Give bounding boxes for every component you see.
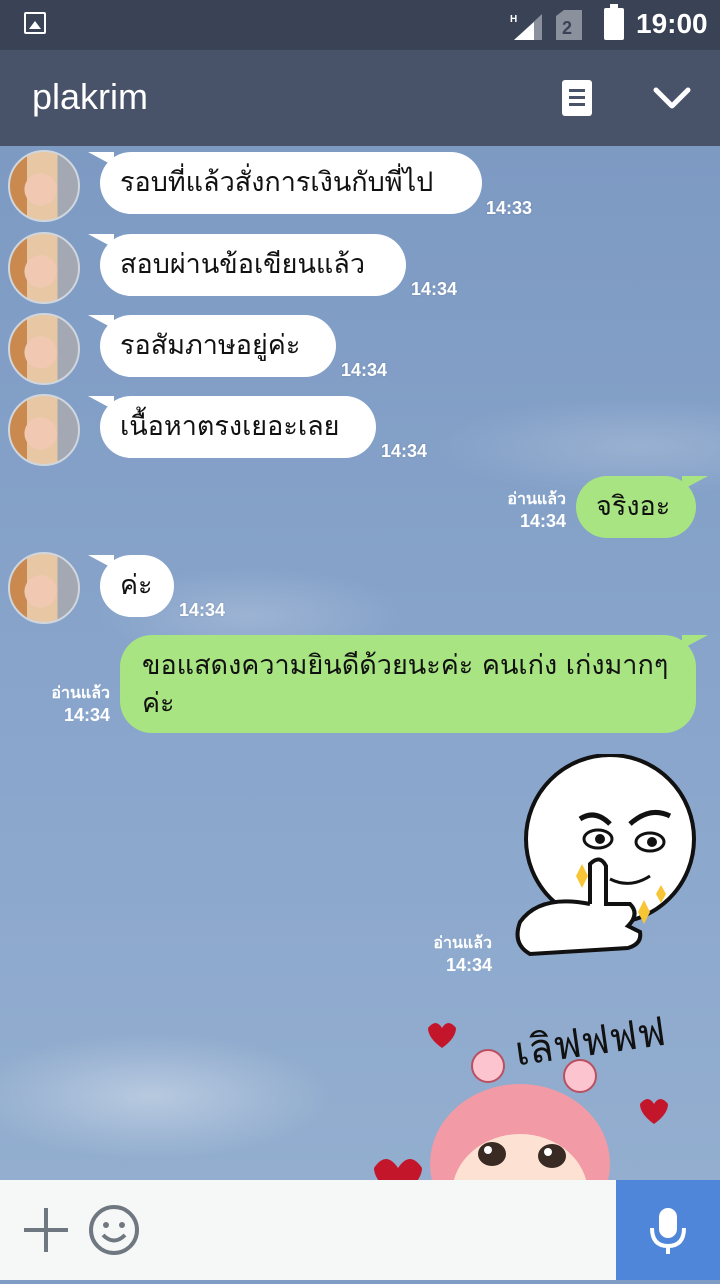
message-time: 14:34: [411, 279, 458, 299]
read-receipt: อ่านแล้ว: [51, 683, 110, 702]
avatar[interactable]: [8, 232, 80, 304]
message-text: รอสัมภาษอยู่ค่ะ: [120, 330, 301, 361]
incoming-message[interactable]: เนื้อหาตรงเยอะเลย: [88, 396, 376, 458]
input-bar: [0, 1180, 720, 1280]
voice-button[interactable]: [616, 1180, 720, 1280]
incoming-message[interactable]: รอบที่แล้วสั่งการเงินกับพี่ไป: [88, 152, 482, 214]
message-time: 14:34: [519, 511, 566, 531]
avatar[interactable]: [8, 313, 80, 385]
message-time: 14:33: [486, 198, 533, 218]
plus-icon[interactable]: [22, 1206, 70, 1254]
message-text: รอบที่แล้วสั่งการเงินกับพี่ไป: [120, 167, 434, 198]
message-meta: อ่านแล้ว 14:34: [470, 488, 566, 532]
message-text: สอบผ่านข้อเขียนแล้ว: [120, 249, 366, 280]
battery-icon: [604, 4, 624, 40]
chat-title[interactable]: plakrim: [32, 76, 148, 118]
incoming-message[interactable]: สอบผ่านข้อเขียนแล้ว: [88, 234, 406, 296]
signal-icon: H: [510, 14, 542, 40]
incoming-message[interactable]: รอสัมภาษอยู่ค่ะ: [88, 315, 336, 377]
message-meta: อ่านแล้ว 14:34: [14, 682, 110, 726]
sim-icon: 2: [556, 10, 582, 40]
message-text: ขอแสดงความยินดีด้วยนะค่ะ คนเก่ง เก่งมากๆ…: [142, 650, 669, 719]
read-receipt: อ่านแล้ว: [433, 933, 492, 952]
message-text: ค่ะ: [120, 570, 153, 601]
chevron-down-icon[interactable]: [652, 80, 692, 116]
message-time: 14:34: [341, 360, 388, 380]
avatar[interactable]: [8, 552, 80, 624]
message-text: เนื้อหาตรงเยอะเลย: [120, 411, 340, 442]
outgoing-message[interactable]: จริงอะ: [576, 476, 708, 538]
gallery-notification-icon: [24, 12, 46, 34]
svg-text:H: H: [510, 14, 517, 25]
message-time: 14:34: [63, 705, 110, 725]
message-time: 14:34: [179, 600, 226, 620]
notes-icon[interactable]: [562, 80, 592, 116]
microphone-icon: [650, 1208, 686, 1254]
status-bar: H 2 19:00: [0, 0, 720, 50]
read-receipt: อ่านแล้ว: [507, 489, 566, 508]
svg-text:2: 2: [562, 18, 572, 38]
outgoing-message[interactable]: ขอแสดงความยินดีด้วยนะค่ะ คนเก่ง เก่งมากๆ…: [120, 635, 708, 733]
emoji-icon[interactable]: [88, 1204, 140, 1256]
incoming-message[interactable]: ค่ะ: [88, 555, 174, 617]
message-time: 14:34: [445, 955, 492, 975]
love-sticker[interactable]: เลิฟฟฟฟ: [370, 1014, 690, 1180]
avatar[interactable]: [8, 150, 80, 222]
chat-area[interactable]: รอบที่แล้วสั่งการเงินกับพี่ไป 14:33 สอบผ…: [0, 146, 720, 1180]
chat-header: plakrim: [0, 50, 720, 146]
message-meta: อ่านแล้ว 14:34: [400, 932, 492, 976]
message-time: 14:34: [381, 441, 428, 461]
message-text: จริงอะ: [596, 491, 671, 522]
thumbs-up-sticker[interactable]: [510, 754, 700, 984]
clock: 19:00: [636, 8, 708, 39]
avatar[interactable]: [8, 394, 80, 466]
